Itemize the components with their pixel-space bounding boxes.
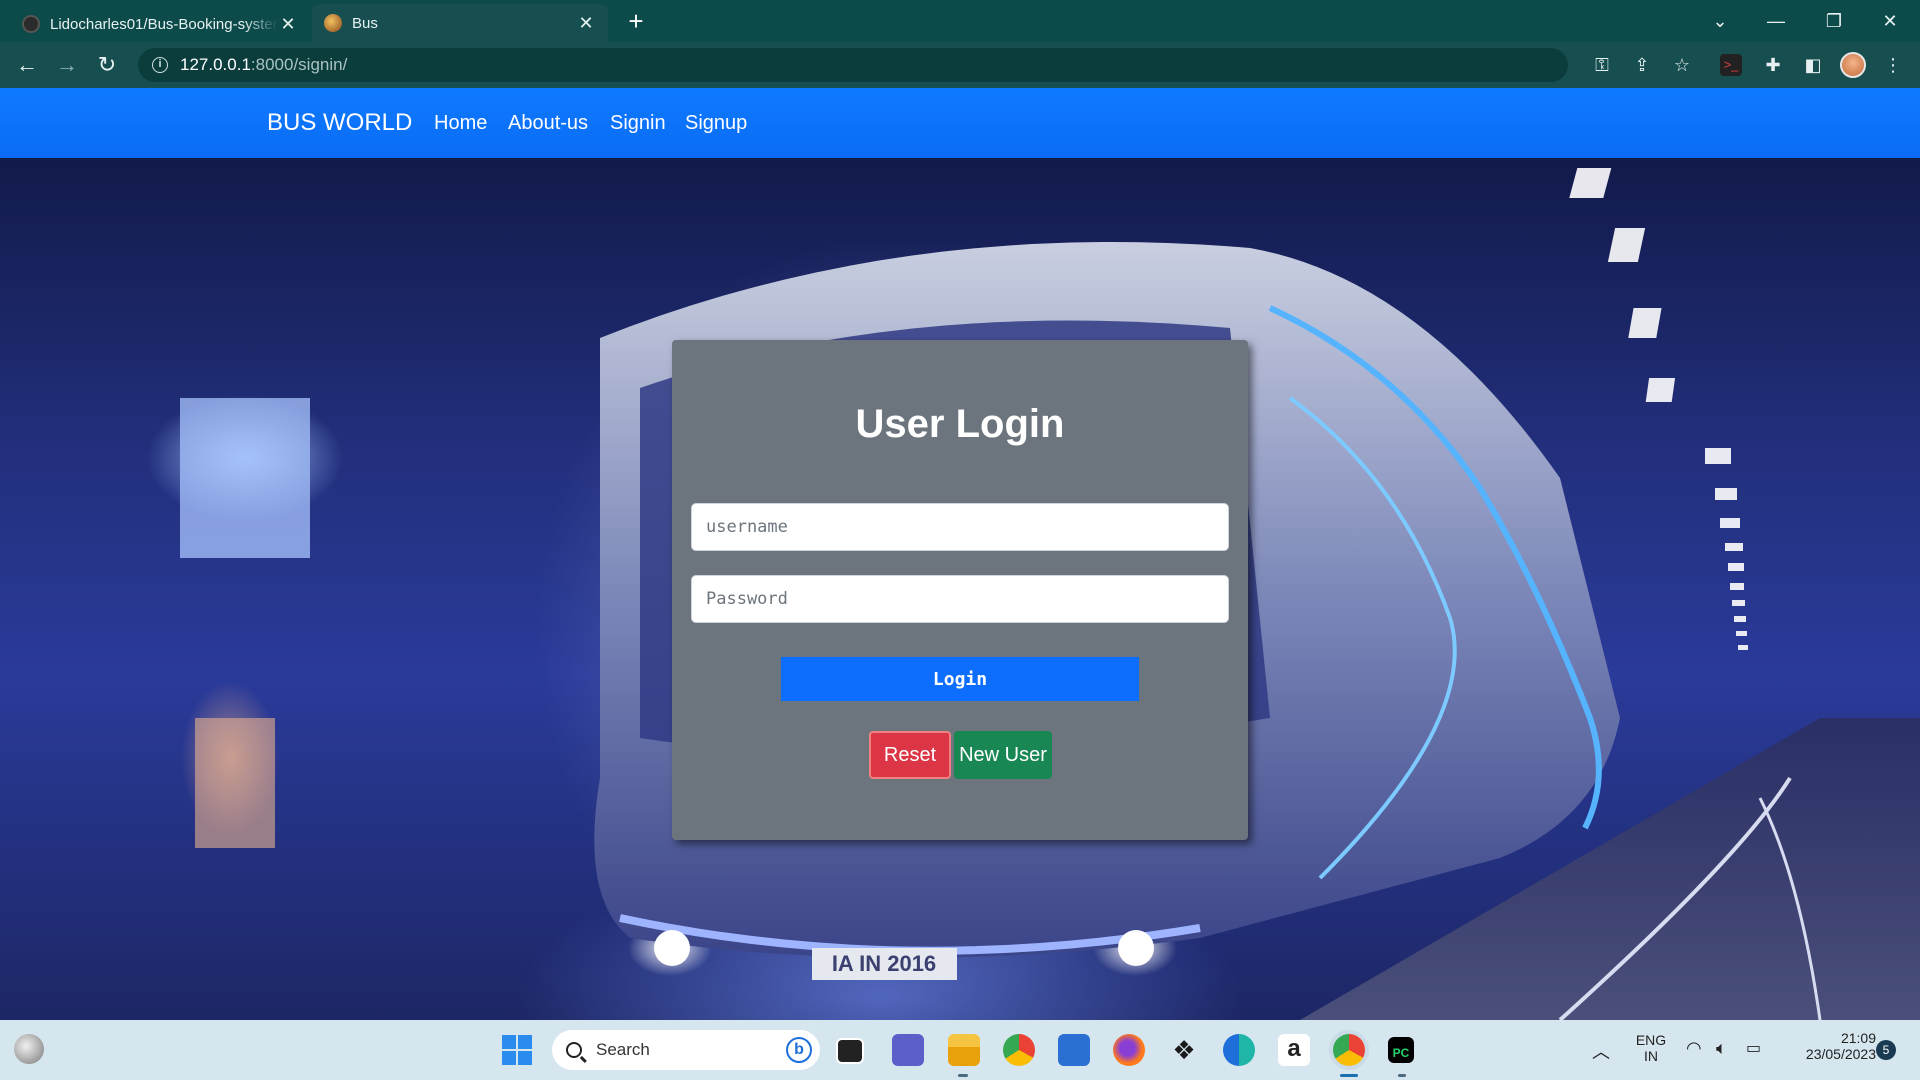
close-window-icon[interactable]: ✕ [1870, 6, 1910, 36]
nav-link-signup[interactable]: Signup [685, 112, 747, 135]
browser-tab-github[interactable]: Lidocharles01/Bus-Booking-system ✕ [10, 6, 310, 42]
battery-icon[interactable]: ▭ [1746, 1038, 1761, 1058]
forward-arrow-icon[interactable]: → [52, 50, 82, 80]
taskbar-search-box[interactable]: Search b [552, 1030, 820, 1070]
share-icon[interactable]: ⇪ [1629, 52, 1655, 78]
wifi-icon[interactable]: ◠ [1686, 1038, 1702, 1059]
running-indicator [1398, 1074, 1406, 1077]
microsoft-store-icon[interactable] [1058, 1034, 1090, 1066]
active-indicator [1340, 1074, 1358, 1077]
bus-favicon-icon [324, 14, 342, 32]
key-icon[interactable]: ⚿ [1589, 52, 1615, 78]
bing-icon[interactable]: b [786, 1037, 812, 1063]
menu-kebab-icon[interactable]: ⋮ [1880, 52, 1906, 78]
teams-chat-icon[interactable] [892, 1034, 924, 1066]
site-info-icon[interactable]: i [152, 57, 168, 73]
browser-tab-strip: Lidocharles01/Bus-Booking-system ✕ Bus ✕… [0, 0, 1920, 42]
github-favicon-icon [22, 15, 40, 33]
address-bar[interactable]: i 127.0.0.1:8000/signin/ [138, 48, 1568, 82]
minimize-icon[interactable]: — [1756, 6, 1796, 36]
search-placeholder: Search [596, 1040, 650, 1059]
amazon-icon[interactable]: a [1278, 1034, 1310, 1066]
url-path: :8000/signin/ [250, 55, 348, 74]
new-user-button[interactable]: New User [954, 731, 1052, 779]
tunnel-lights-group [1569, 168, 1748, 650]
clock-time: 21:09 [1840, 1030, 1876, 1046]
restore-icon[interactable]: ❐ [1814, 6, 1854, 36]
language-code: ENG [1635, 1032, 1667, 1048]
nav-link-home[interactable]: Home [434, 112, 487, 135]
license-plate-text: IA IN 2016 [832, 951, 936, 976]
bookmark-star-icon[interactable]: ☆ [1669, 52, 1695, 78]
chrome-profile-icon[interactable] [1333, 1034, 1365, 1066]
close-tab-icon[interactable]: ✕ [576, 13, 596, 34]
terminal-extension-icon[interactable]: >_ [1720, 54, 1742, 76]
browser-tab-bus[interactable]: Bus ✕ [312, 4, 608, 42]
edge-icon[interactable] [1223, 1034, 1255, 1066]
side-panel-icon[interactable]: ◧ [1800, 52, 1826, 78]
username-input[interactable] [691, 503, 1229, 551]
close-tab-icon[interactable]: ✕ [278, 14, 298, 35]
reset-button[interactable]: Reset [869, 731, 951, 779]
nav-link-signin[interactable]: Signin [610, 112, 666, 135]
new-tab-plus-icon[interactable]: + [622, 8, 650, 36]
clock-date: 23/05/2023 [1805, 1046, 1876, 1062]
search-icon [566, 1042, 582, 1058]
nav-link-about-us[interactable]: About-us [508, 112, 588, 135]
login-card: User Login Login Reset New User [672, 340, 1248, 840]
windows-taskbar: Search b ❖ a PC ︿ ENG IN ◠ 🔈︎ ▭ 21:09 23… [0, 1020, 1920, 1080]
password-input[interactable] [691, 575, 1229, 623]
tab-title: Lidocharles01/Bus-Booking-system [50, 15, 278, 33]
dropbox-icon[interactable]: ❖ [1168, 1034, 1200, 1066]
region-code: IN [1644, 1048, 1658, 1064]
login-title: User Login [855, 402, 1065, 446]
back-arrow-icon[interactable]: ← [12, 50, 42, 80]
tab-title: Bus [352, 14, 378, 32]
extensions-puzzle-icon[interactable]: ✚ [1760, 52, 1786, 78]
brand-logo[interactable]: BUS WORLD [267, 109, 412, 137]
pycharm-icon[interactable]: PC [1388, 1037, 1414, 1063]
windows-start-icon[interactable] [502, 1035, 532, 1065]
site-navbar: BUS WORLD Home About-us Signin Signup [0, 88, 1920, 158]
language-indicator[interactable]: ENG IN [1628, 1032, 1674, 1064]
notification-badge[interactable]: 5 [1876, 1040, 1896, 1060]
widgets-weather-icon[interactable] [14, 1034, 44, 1064]
reload-icon[interactable]: ↻ [92, 50, 122, 80]
browser-toolbar: ← → ↻ i 127.0.0.1:8000/signin/ ⚿ ⇪ ☆ >_ … [0, 42, 1920, 88]
firefox-icon[interactable] [1113, 1034, 1145, 1066]
clock[interactable]: 21:09 23/05/2023 [1780, 1030, 1876, 1062]
task-view-icon[interactable] [836, 1038, 864, 1064]
profile-avatar[interactable] [1840, 52, 1866, 78]
tab-search-chevron-icon[interactable]: ⌄ [1700, 6, 1740, 36]
show-hidden-icons-chevron-icon[interactable]: ︿ [1592, 1038, 1610, 1064]
chrome-icon[interactable] [1003, 1034, 1035, 1066]
url-host: 127.0.0.1 [180, 55, 251, 74]
login-button[interactable]: Login [781, 657, 1139, 701]
running-indicator [958, 1074, 968, 1077]
file-explorer-icon[interactable] [948, 1034, 980, 1066]
volume-icon[interactable]: 🔈︎ [1716, 1038, 1727, 1059]
web-page: IA IN 2016 BUS WORLD Home About-us Signi… [0, 88, 1920, 1020]
